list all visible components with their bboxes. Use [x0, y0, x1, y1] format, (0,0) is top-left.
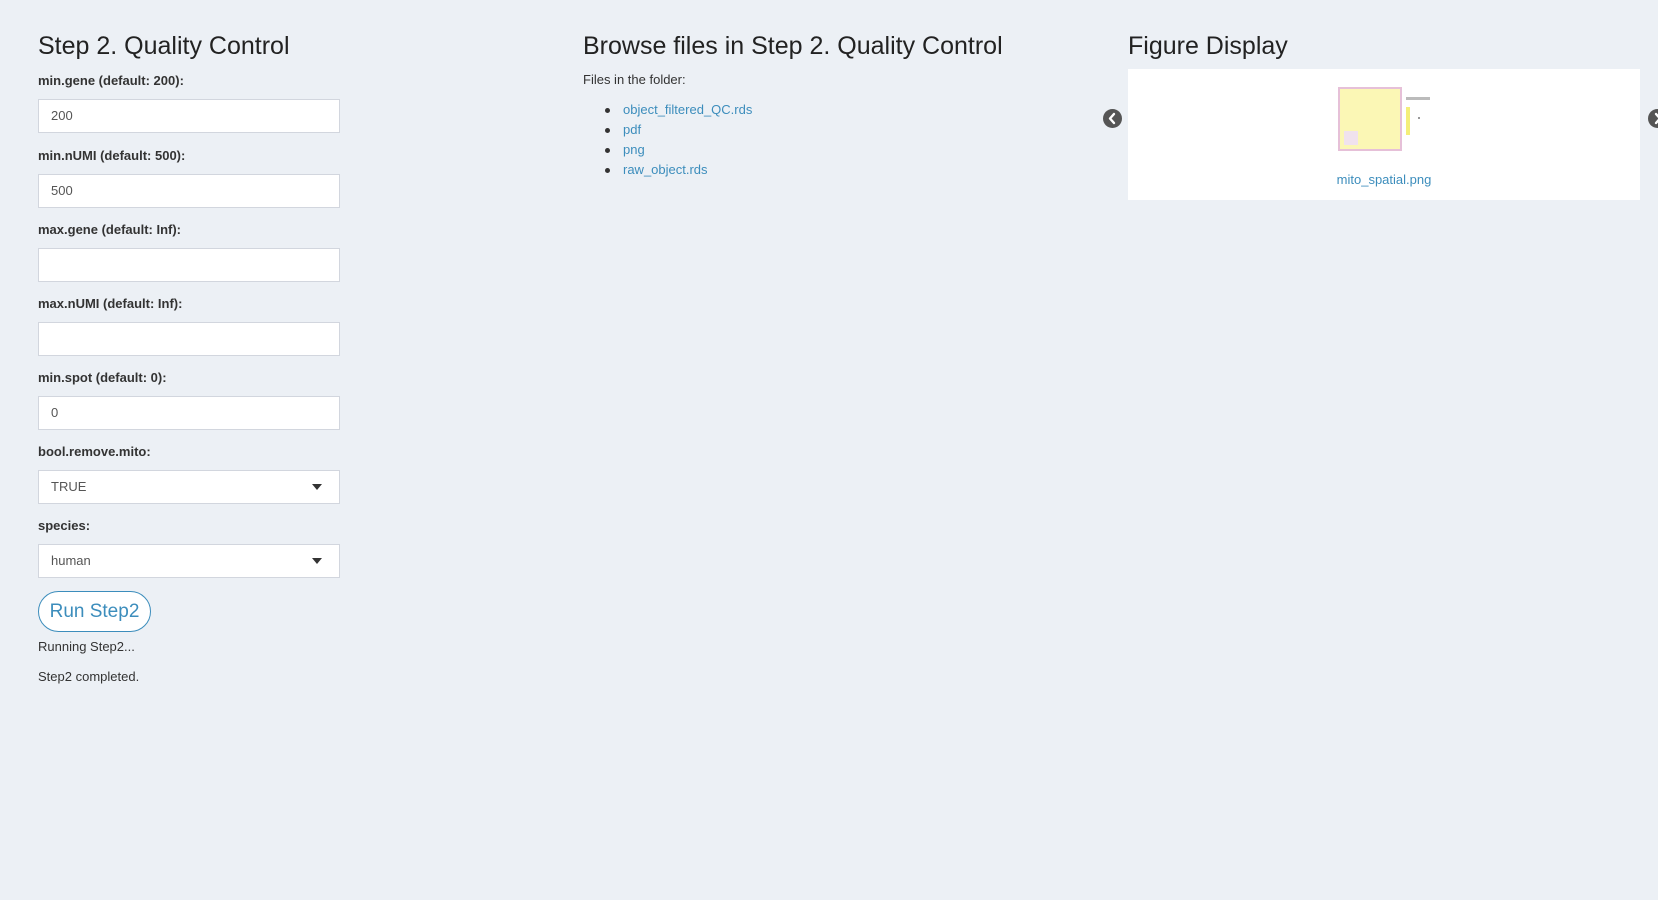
max-numi-label: max.nUMI (default: Inf):	[38, 296, 183, 311]
min-gene-label: min.gene (default: 200):	[38, 73, 184, 88]
list-item: png	[605, 140, 752, 160]
remove-mito-value: TRUE	[51, 479, 87, 494]
remove-mito-select[interactable]: TRUE	[38, 470, 340, 504]
caret-down-icon	[312, 484, 322, 490]
max-gene-input[interactable]	[38, 248, 340, 282]
max-gene-field: max.gene (default: Inf):	[38, 221, 340, 282]
species-value: human	[51, 553, 91, 568]
list-item: object_filtered_QC.rds	[605, 100, 752, 120]
panel-title: Browse files in Step 2. Quality Control	[583, 32, 1003, 60]
files-subtitle: Files in the folder:	[583, 72, 686, 87]
status-running: Running Step2...	[38, 639, 135, 654]
species-label: species:	[38, 518, 91, 533]
min-spot-field: min.spot (default: 0): 0	[38, 369, 340, 430]
caret-down-icon	[312, 558, 322, 564]
chevron-right-circle-icon[interactable]	[1648, 109, 1658, 128]
panel-title: Figure Display	[1128, 32, 1288, 60]
species-select[interactable]: human	[38, 544, 340, 578]
min-numi-label: min.nUMI (default: 500):	[38, 148, 186, 163]
figure-link[interactable]: mito_spatial.png	[1337, 172, 1432, 187]
remove-mito-field: bool.remove.mito: TRUE	[38, 443, 340, 504]
figure-thumbnail[interactable]	[1338, 87, 1432, 152]
min-gene-field: min.gene (default: 200): 200	[38, 72, 340, 133]
max-gene-label: max.gene (default: Inf):	[38, 222, 182, 237]
panel-title: Step 2. Quality Control	[38, 32, 290, 60]
min-numi-input[interactable]: 500	[38, 174, 340, 208]
max-numi-field: max.nUMI (default: Inf):	[38, 295, 340, 356]
min-spot-input[interactable]: 0	[38, 396, 340, 430]
legend-mark	[1418, 117, 1420, 119]
min-gene-input[interactable]: 200	[38, 99, 340, 133]
max-numi-input[interactable]	[38, 322, 340, 356]
list-item: pdf	[605, 120, 752, 140]
chevron-left-circle-icon[interactable]	[1103, 109, 1122, 128]
remove-mito-label: bool.remove.mito:	[38, 444, 151, 459]
figure-caption: mito_spatial.png	[1128, 172, 1640, 187]
color-scale-bar	[1406, 107, 1410, 135]
min-spot-label: min.spot (default: 0):	[38, 370, 167, 385]
file-link[interactable]: pdf	[623, 122, 641, 137]
species-field: species: human	[38, 517, 340, 578]
file-link[interactable]: png	[623, 142, 645, 157]
run-step2-button[interactable]: Run Step2	[38, 591, 151, 632]
list-item: raw_object.rds	[605, 160, 752, 180]
file-link[interactable]: object_filtered_QC.rds	[623, 102, 752, 117]
file-link[interactable]: raw_object.rds	[623, 162, 708, 177]
status-completed: Step2 completed.	[38, 669, 140, 684]
legend-title-mark	[1406, 97, 1430, 100]
spatial-plot-image	[1338, 87, 1402, 151]
file-list: object_filtered_QC.rds pdf png raw_objec…	[605, 100, 752, 180]
min-numi-field: min.nUMI (default: 500): 500	[38, 147, 340, 208]
figure-carousel: mito_spatial.png	[1128, 69, 1640, 200]
